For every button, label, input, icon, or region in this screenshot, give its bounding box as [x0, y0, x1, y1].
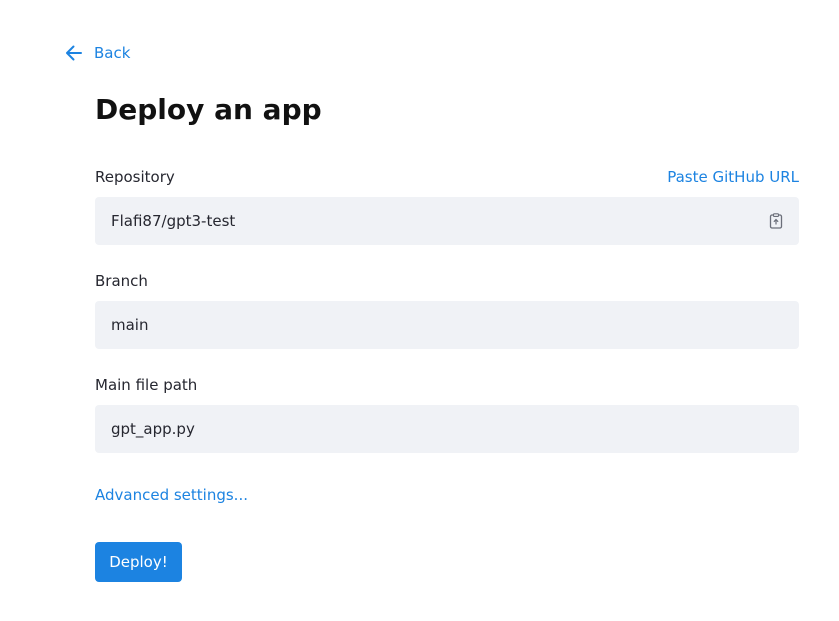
- advanced-settings-link[interactable]: Advanced settings...: [95, 486, 248, 504]
- page-title: Deploy an app: [95, 93, 322, 126]
- branch-label: Branch: [95, 272, 148, 290]
- main-file-path-label-row: Main file path: [95, 374, 799, 396]
- deploy-button[interactable]: Deploy!: [95, 542, 182, 582]
- repository-field: Repository Paste GitHub URL Flafi87/gpt3…: [95, 166, 799, 245]
- branch-value: main: [111, 316, 149, 334]
- main-file-path-label: Main file path: [95, 376, 198, 394]
- back-link[interactable]: Back: [64, 40, 130, 66]
- deploy-page: Back Deploy an app Repository Paste GitH…: [0, 0, 839, 621]
- repository-input[interactable]: Flafi87/gpt3-test: [95, 197, 799, 245]
- branch-field: Branch main: [95, 270, 799, 349]
- repository-value: Flafi87/gpt3-test: [111, 212, 236, 230]
- back-label: Back: [94, 44, 131, 62]
- clipboard-icon[interactable]: [769, 213, 783, 229]
- main-file-path-field: Main file path gpt_app.py: [95, 374, 799, 453]
- branch-input[interactable]: main: [95, 301, 799, 349]
- main-file-path-input[interactable]: gpt_app.py: [95, 405, 799, 453]
- paste-github-url-link[interactable]: Paste GitHub URL: [667, 168, 799, 186]
- repository-label: Repository: [95, 168, 175, 186]
- arrow-left-icon: [66, 45, 82, 61]
- branch-label-row: Branch: [95, 270, 799, 292]
- repository-label-row: Repository Paste GitHub URL: [95, 166, 799, 188]
- main-file-path-value: gpt_app.py: [111, 420, 195, 438]
